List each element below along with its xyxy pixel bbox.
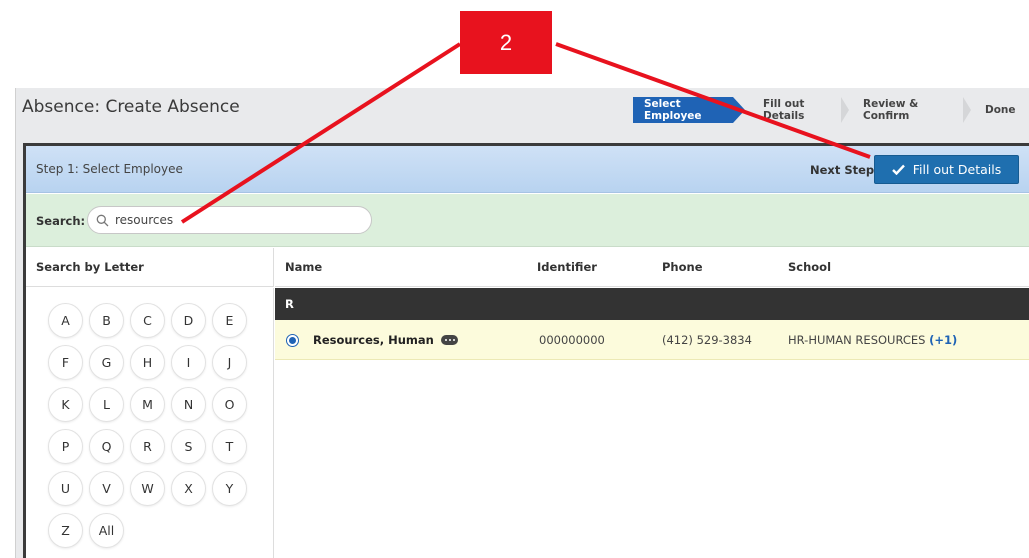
step-callout: 2 [460,11,552,74]
letter-e-button[interactable]: E [212,303,247,338]
letter-u-button[interactable]: U [48,471,83,506]
letter-d-button[interactable]: D [171,303,206,338]
page-title: Absence: Create Absence [22,97,240,117]
school-cell: HR-HUMAN RESOURCES (+1) [788,333,957,347]
wizard-step-fill-details[interactable]: Fill out Details [733,97,849,123]
letter-r-button[interactable]: R [130,429,165,464]
search-by-letter-header: Search by Letter [26,248,274,287]
table-header: Name Identifier Phone School [275,248,1029,287]
wizard-steps: Select Employee Fill out Details Review … [633,97,1023,123]
search-by-letter-label: Search by Letter [36,260,144,274]
letter-t-button[interactable]: T [212,429,247,464]
additional-schools-link[interactable]: (+1) [929,333,957,347]
letter-z-button[interactable]: Z [48,513,83,548]
next-step-label: Next Step: [810,163,879,177]
identifier-cell: 000000000 [539,333,605,347]
letter-w-button[interactable]: W [130,471,165,506]
group-header-r: R [275,288,1029,320]
letter-m-button[interactable]: M [130,387,165,422]
step-bar: Step 1: Select Employee Next Step: Fill … [26,146,1029,193]
letter-grid: A B C D E F G H I J K L M N O P Q R S T … [26,288,274,558]
main-panel: Step 1: Select Employee Next Step: Fill … [23,143,1029,558]
group-letter: R [285,297,294,311]
column-identifier[interactable]: Identifier [537,260,597,274]
letter-c-button[interactable]: C [130,303,165,338]
letter-all-button[interactable]: All [89,513,124,548]
search-label: Search: [36,214,86,228]
table-row[interactable]: Resources, Human 000000000 (412) 529-383… [275,320,1029,360]
letter-v-button[interactable]: V [89,471,124,506]
letter-k-button[interactable]: K [48,387,83,422]
phone-cell: (412) 529-3834 [662,333,752,347]
checkmark-icon [891,164,905,175]
employee-name-cell: Resources, Human [313,333,458,347]
wizard-step-done[interactable]: Done [963,97,1023,123]
letter-o-button[interactable]: O [212,387,247,422]
search-icon [96,214,109,226]
letter-b-button[interactable]: B [89,303,124,338]
callout-number: 2 [499,29,513,55]
search-box[interactable] [87,206,372,234]
letter-s-button[interactable]: S [171,429,206,464]
letter-a-button[interactable]: A [48,303,83,338]
column-name[interactable]: Name [285,260,322,274]
letter-h-button[interactable]: H [130,345,165,380]
fill-out-details-label: Fill out Details [912,162,1002,177]
employee-name: Resources, Human [313,333,434,347]
letter-i-button[interactable]: I [171,345,206,380]
search-input[interactable] [115,213,355,227]
school-name: HR-HUMAN RESOURCES [788,333,926,347]
letter-j-button[interactable]: J [212,345,247,380]
letter-l-button[interactable]: L [89,387,124,422]
letter-y-button[interactable]: Y [212,471,247,506]
letter-p-button[interactable]: P [48,429,83,464]
row-select-radio[interactable] [286,334,299,347]
letter-x-button[interactable]: X [171,471,206,506]
app-window: Absence: Create Absence Select Employee … [15,88,1029,558]
letter-n-button[interactable]: N [171,387,206,422]
more-options-icon[interactable] [440,334,458,345]
letter-f-button[interactable]: F [48,345,83,380]
column-phone[interactable]: Phone [662,260,703,274]
column-school[interactable]: School [788,260,831,274]
search-bar: Search: [26,194,1029,247]
wizard-step-select-employee[interactable]: Select Employee [633,97,745,123]
fill-out-details-button[interactable]: Fill out Details [874,155,1019,184]
step-label: Step 1: Select Employee [36,162,183,176]
letter-g-button[interactable]: G [89,345,124,380]
wizard-step-review-confirm[interactable]: Review & Confirm [841,97,971,123]
letter-q-button[interactable]: Q [89,429,124,464]
